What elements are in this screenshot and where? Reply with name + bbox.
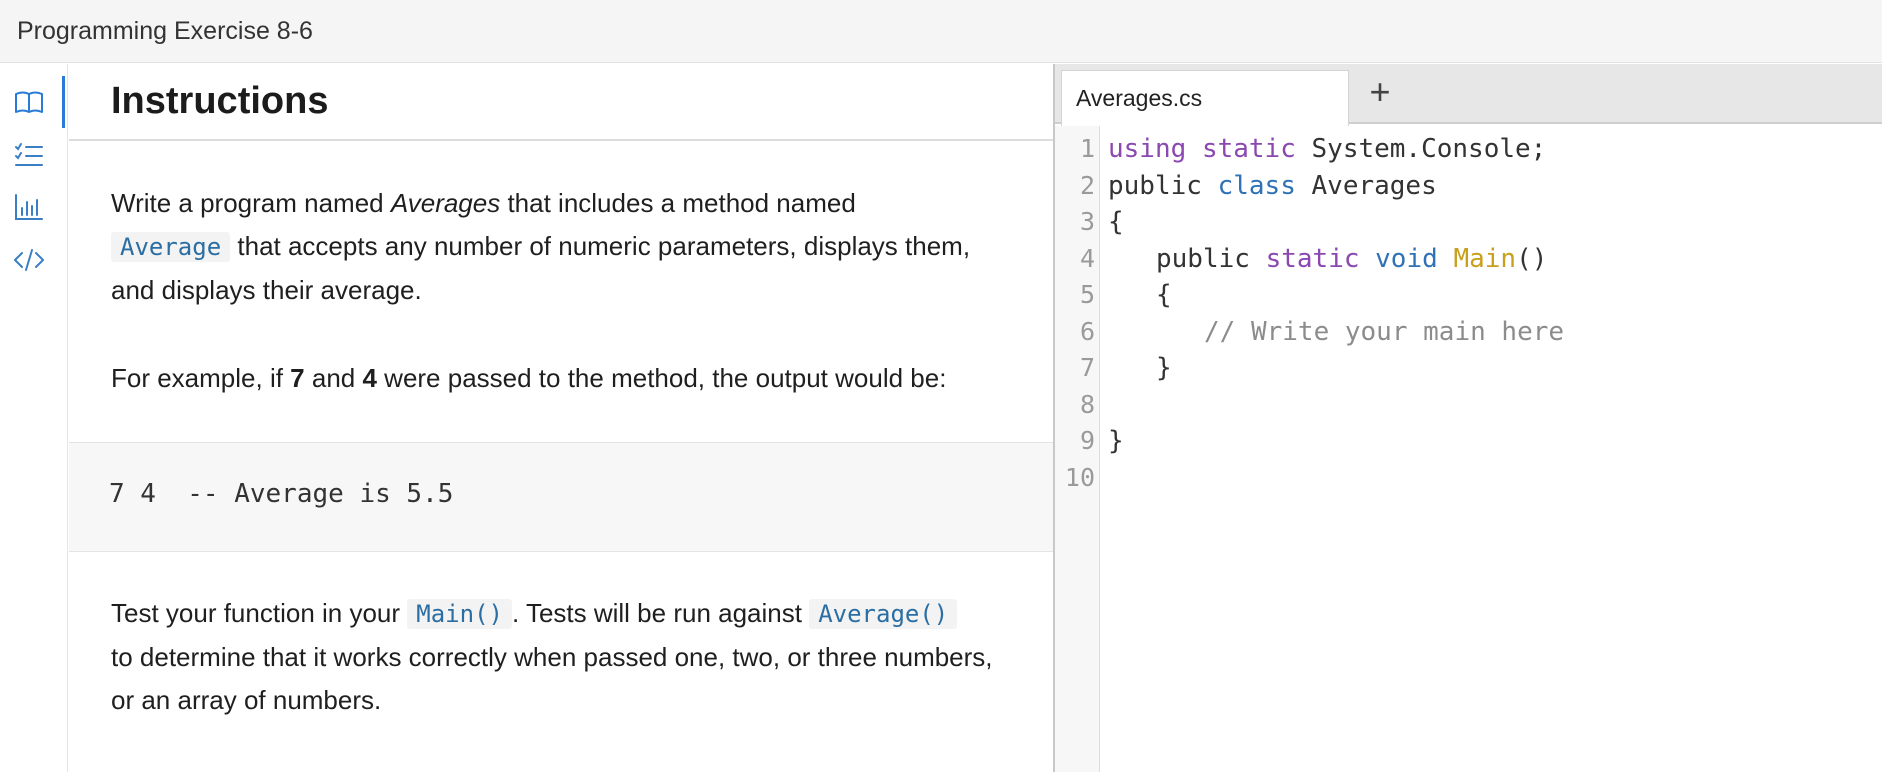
sample-output-block: 7 4 -- Average is 5.5 [69,442,1053,552]
editor-tab-bar: Averages.cs + [1055,64,1882,126]
code-line-9: } [1108,426,1124,456]
editor-pane: Averages.cs + 1 2 3 4 5 6 7 8 9 10 using… [1055,64,1882,772]
code-line-4: public static void Main() [1156,244,1548,274]
line-number-gutter: 1 2 3 4 5 6 7 8 9 10 [1055,126,1100,772]
window-title: Programming Exercise 8-6 [17,17,313,45]
program-name: Averages [390,188,501,218]
line-number: 1 [1079,134,1095,163]
instructions-header: Instructions [69,64,1053,141]
code-line-3: { [1108,207,1124,237]
code-line-1: using static System.Console; [1108,134,1547,164]
code-line-5: { [1156,280,1172,310]
tab-label: Averages.cs [1076,85,1203,111]
line-number: 4 [1079,244,1095,273]
code-icon[interactable] [8,239,50,281]
inline-code-average-call: Average() [809,599,958,629]
bar-chart-icon[interactable] [8,186,50,228]
icon-rail [0,64,68,772]
line-number: 6 [1079,317,1095,346]
add-tab-button[interactable]: + [1360,71,1400,112]
line-number: 10 [1064,463,1095,492]
line-number: 7 [1079,353,1095,382]
code-line-6: // Write your main here [1204,317,1565,347]
instructions-paragraph-2: For example, if 7 and 4 were passed to t… [111,363,947,393]
code-line-2: public class Averages [1108,171,1437,201]
title-bar: Programming Exercise 8-6 [0,0,1882,63]
line-number: 8 [1079,390,1095,419]
line-number: 3 [1079,207,1095,236]
sample-output: 7 4 -- Average is 5.5 [109,479,454,509]
instructions-paragraph-1: Write a program named Averages that incl… [111,188,971,305]
checklist-icon[interactable] [8,134,50,176]
instructions-panel: Instructions Write a program named Avera… [69,64,1053,772]
inline-code-average: Average [111,232,231,262]
line-number: 9 [1079,426,1095,455]
inline-code-main: Main() [407,599,512,629]
line-number: 2 [1079,171,1095,200]
tab-averages-cs[interactable]: Averages.cs [1061,70,1349,126]
instructions-paragraph-3: Test your function in your Main(). Tests… [111,598,993,715]
book-icon[interactable] [8,81,50,123]
instructions-heading: Instructions [111,80,329,122]
active-indicator [62,76,65,128]
code-line-7: } [1156,353,1172,383]
line-number: 5 [1079,280,1095,309]
